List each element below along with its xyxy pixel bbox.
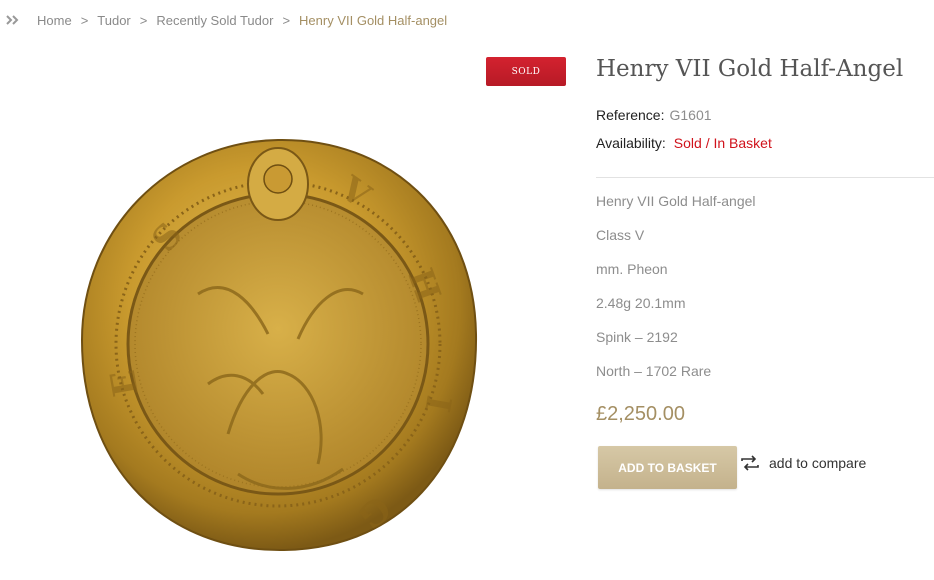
double-chevron-right-icon — [6, 11, 24, 29]
divider — [596, 177, 934, 178]
product-price: £2,250.00 — [596, 403, 685, 425]
breadcrumb: Home > Tudor > Recently Sold Tudor > Hen… — [6, 10, 447, 30]
breadcrumb-recently-sold-link[interactable]: Recently Sold Tudor — [156, 13, 273, 28]
sold-badge: SOLD — [486, 57, 566, 86]
add-to-basket-button[interactable]: ADD TO BASKET — [598, 446, 737, 489]
breadcrumb-home-link[interactable]: Home — [37, 13, 72, 28]
compare-arrows-icon — [740, 452, 762, 474]
reference-row: Reference: G1601 — [596, 107, 712, 123]
availability-value: Sold / In Basket — [673, 135, 772, 151]
product-image[interactable]: V H I G E S — [78, 134, 478, 554]
description-line: 2.48g 20.1mm — [596, 295, 686, 311]
description-line: Henry VII Gold Half-angel — [596, 193, 756, 209]
description-line: North – 1702 Rare — [596, 363, 712, 379]
reference-value: G1601 — [669, 107, 712, 123]
description-line: Class V — [596, 227, 645, 243]
breadcrumb-tudor-link[interactable]: Tudor — [97, 13, 130, 28]
add-to-compare-link[interactable]: add to compare — [740, 452, 866, 474]
add-to-compare-label: add to compare — [769, 455, 867, 471]
availability-label: Availability: — [596, 135, 666, 151]
breadcrumb-separator: > — [139, 12, 148, 28]
product-title: Henry VII Gold Half-Angel — [596, 56, 904, 82]
breadcrumb-separator: > — [80, 12, 89, 28]
availability-row: Availability: Sold / In Basket — [596, 135, 772, 151]
reference-label: Reference: — [596, 107, 665, 123]
gold-coin-image: V H I G E S — [80, 138, 478, 552]
breadcrumb-current: Henry VII Gold Half-angel — [299, 12, 448, 28]
description-line: Spink – 2192 — [596, 329, 678, 345]
description-line: mm. Pheon — [596, 261, 668, 277]
breadcrumb-separator: > — [282, 12, 291, 28]
